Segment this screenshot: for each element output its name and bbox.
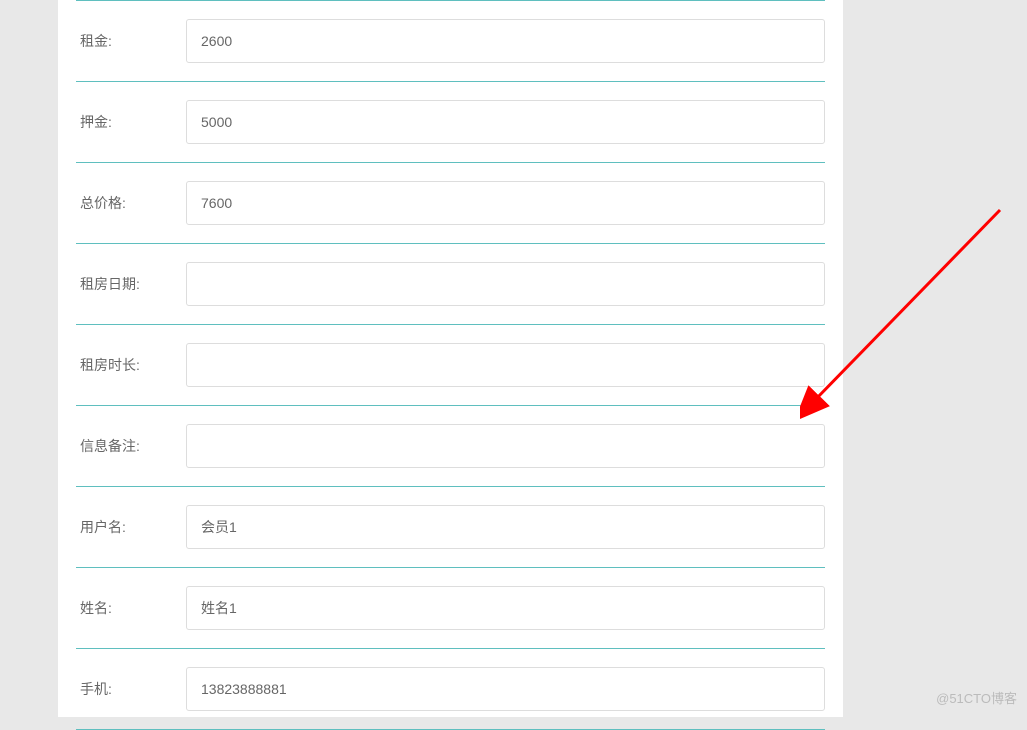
form-row-deposit: 押金: (76, 82, 825, 163)
label-phone: 手机: (76, 679, 186, 699)
label-total-price: 总价格: (76, 193, 186, 213)
label-deposit: 押金: (76, 112, 186, 132)
input-total-price[interactable] (186, 181, 825, 225)
form-row-rental-date: 租房日期: (76, 244, 825, 325)
form-panel: 租金: 押金: 总价格: 租房日期: 租房时长: 信息备注: 用户名: 姓名: … (58, 0, 843, 717)
form-row-full-name: 姓名: (76, 568, 825, 649)
input-full-name[interactable] (186, 586, 825, 630)
input-username[interactable] (186, 505, 825, 549)
input-info-remarks[interactable] (186, 424, 825, 468)
form-row-rent: 租金: (76, 0, 825, 82)
input-phone[interactable] (186, 667, 825, 711)
form-row-phone: 手机: (76, 649, 825, 730)
input-rental-duration[interactable] (186, 343, 825, 387)
form-row-username: 用户名: (76, 487, 825, 568)
input-rent[interactable] (186, 19, 825, 63)
label-rental-duration: 租房时长: (76, 355, 186, 375)
label-full-name: 姓名: (76, 598, 186, 618)
input-deposit[interactable] (186, 100, 825, 144)
label-info-remarks: 信息备注: (76, 436, 186, 456)
input-rental-date[interactable] (186, 262, 825, 306)
label-username: 用户名: (76, 517, 186, 537)
form-row-rental-duration: 租房时长: (76, 325, 825, 406)
label-rental-date: 租房日期: (76, 274, 186, 294)
form-row-info-remarks: 信息备注: (76, 406, 825, 487)
form-row-total-price: 总价格: (76, 163, 825, 244)
label-rent: 租金: (76, 31, 186, 51)
watermark-text: @51CTO博客 (936, 688, 1017, 707)
